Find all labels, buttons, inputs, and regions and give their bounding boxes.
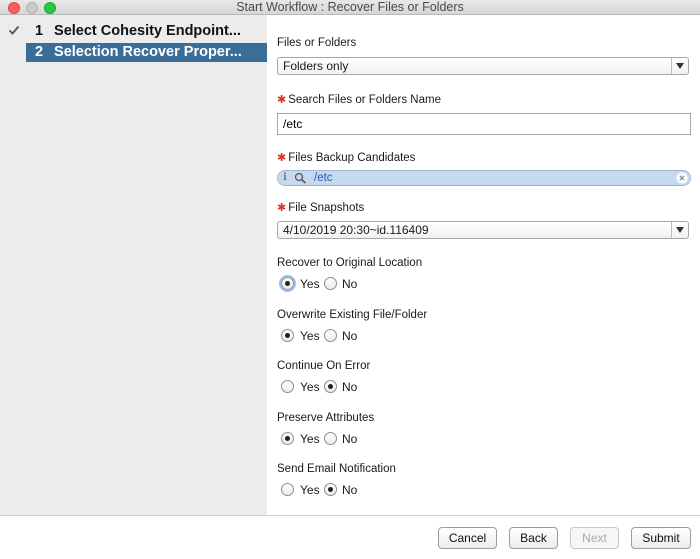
radio-label-no: No <box>342 483 358 497</box>
backup-candidates-label: ✱ Files Backup Candidates <box>277 152 416 164</box>
overwrite-existing-yes-radio[interactable] <box>281 329 294 342</box>
info-icon: i <box>283 172 287 183</box>
dropdown-arrow <box>671 222 688 238</box>
file-snapshots-value: 4/10/2019 20:30~id.116409 <box>283 223 429 237</box>
search-icon <box>294 172 307 184</box>
overwrite-existing-label: Overwrite Existing File/Folder <box>277 309 428 321</box>
file-snapshots-label: ✱ File Snapshots <box>277 202 365 214</box>
continue-on-error-label: Continue On Error <box>277 360 371 372</box>
continue-on-error-yes-radio[interactable] <box>281 380 294 393</box>
radio-label-no: No <box>342 380 358 394</box>
radio-label-yes: Yes <box>300 432 320 446</box>
clear-icon[interactable] <box>676 172 688 184</box>
recover-original-label: Recover to Original Location <box>277 257 423 269</box>
search-name-label: ✱ Search Files or Folders Name <box>277 94 441 106</box>
radio-label-yes: Yes <box>300 483 320 497</box>
required-asterisk-icon: ✱ <box>277 152 287 164</box>
send-email-label: Send Email Notification <box>277 463 396 475</box>
send-email-yes-radio[interactable] <box>281 483 294 496</box>
preserve-attributes-yes-radio[interactable] <box>281 432 294 445</box>
search-name-input[interactable] <box>277 113 691 135</box>
recover-original-yes-radio[interactable] <box>281 277 294 290</box>
step-number: 1 <box>34 23 44 39</box>
radio-label-yes: Yes <box>300 329 320 343</box>
required-asterisk-icon: ✱ <box>277 202 287 214</box>
cancel-button[interactable]: Cancel <box>438 527 497 549</box>
send-email-no-radio[interactable] <box>324 483 337 496</box>
backup-candidates-field[interactable]: i /etc <box>277 170 691 186</box>
back-button[interactable]: Back <box>509 527 558 549</box>
radio-label-no: No <box>342 277 358 291</box>
wizard-steps-panel: 1 Select Cohesity Endpoint... 2 Selectio… <box>0 15 267 515</box>
step-label: Selection Recover Proper... <box>54 44 242 60</box>
required-asterisk-icon: ✱ <box>277 94 287 106</box>
continue-on-error-no-radio[interactable] <box>324 380 337 393</box>
radio-label-no: No <box>342 329 358 343</box>
file-snapshots-select[interactable]: 4/10/2019 20:30~id.116409 <box>277 221 689 239</box>
dropdown-arrow <box>671 58 688 74</box>
wizard-step-select-endpoint[interactable]: 1 Select Cohesity Endpoint... <box>26 22 267 41</box>
next-button[interactable]: Next <box>570 527 619 549</box>
files-or-folders-select[interactable]: Folders only <box>277 57 689 75</box>
chevron-down-icon <box>676 63 684 69</box>
radio-label-no: No <box>342 432 358 446</box>
backup-candidate-token[interactable]: /etc <box>314 171 333 185</box>
files-or-folders-value: Folders only <box>283 59 349 73</box>
submit-button[interactable]: Submit <box>631 527 691 549</box>
files-or-folders-label: Files or Folders <box>277 37 357 49</box>
button-bar: Cancel Back Next Submit <box>0 515 700 559</box>
checkmark-icon <box>8 25 20 35</box>
chevron-down-icon <box>676 227 684 233</box>
recover-original-no-radio[interactable] <box>324 277 337 290</box>
window-title: Start Workflow : Recover Files or Folder… <box>236 0 464 14</box>
preserve-attributes-label: Preserve Attributes <box>277 412 375 424</box>
radio-label-yes: Yes <box>300 380 320 394</box>
title-bar: Start Workflow : Recover Files or Folder… <box>0 0 700 15</box>
recover-properties-form: Files or Folders Folders only ✱ Search Fi… <box>267 15 700 515</box>
preserve-attributes-no-radio[interactable] <box>324 432 337 445</box>
step-number: 2 <box>34 44 44 60</box>
step-label: Select Cohesity Endpoint... <box>54 23 241 39</box>
wizard-step-recover-properties[interactable]: 2 Selection Recover Proper... <box>26 43 267 62</box>
radio-label-yes: Yes <box>300 277 320 291</box>
overwrite-existing-no-radio[interactable] <box>324 329 337 342</box>
